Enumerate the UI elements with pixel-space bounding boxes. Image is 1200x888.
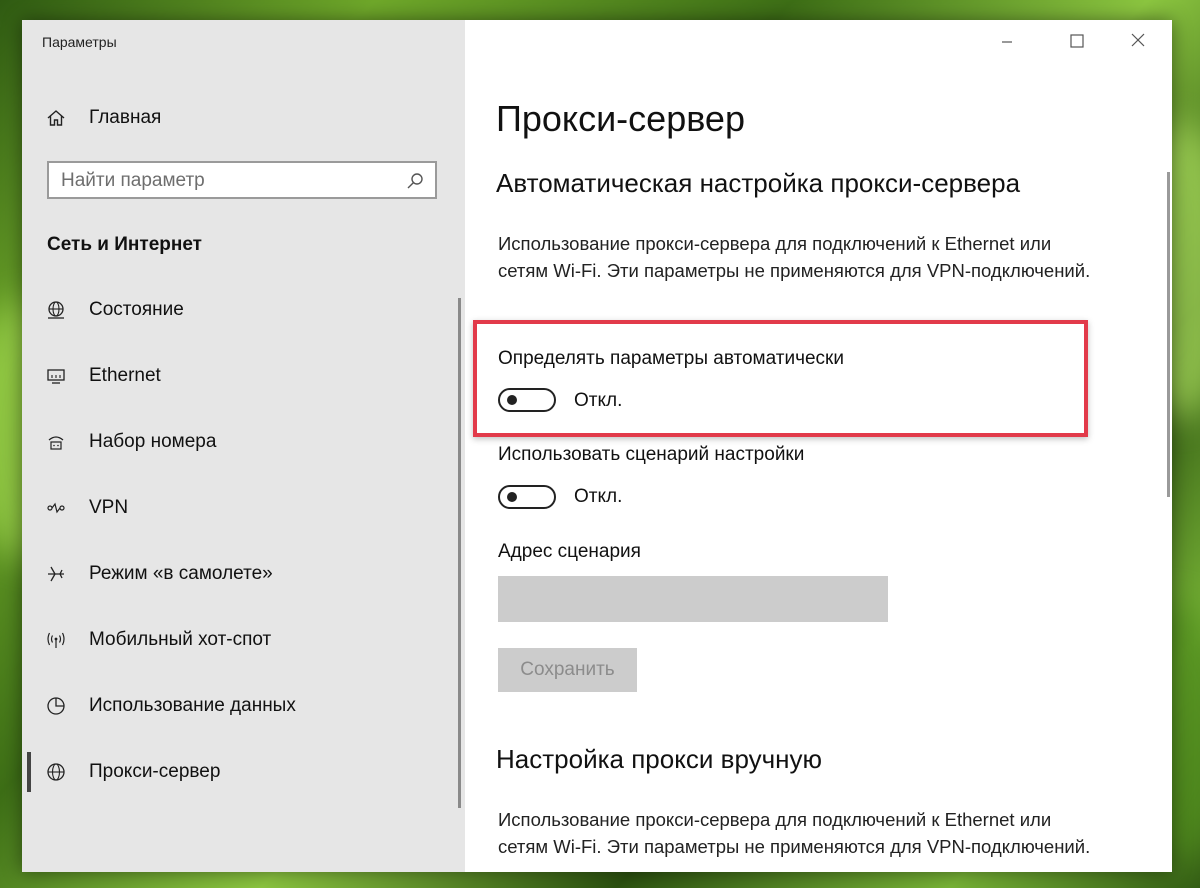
auto-section-heading: Автоматическая настройка прокси-сервера	[496, 168, 1021, 198]
content-scrollbar[interactable]	[1167, 172, 1170, 497]
script-address-label: Адрес сценария	[498, 541, 641, 562]
manual-section-description: Использование прокси-сервера для подключ…	[498, 809, 1091, 857]
section-title: Сеть и Интернет	[47, 234, 202, 255]
sidebar-item-label: Режим «в самолете»	[89, 563, 273, 584]
auto-section-description: Использование прокси-сервера для подключ…	[498, 233, 1091, 281]
detect-settings-label: Определять параметры автоматически	[498, 348, 844, 369]
sidebar-item-airplane[interactable]: Режим «в самолете»	[22, 552, 465, 596]
page-title: Прокси-сервер	[496, 98, 745, 139]
sidebar-item-label: Набор номера	[89, 431, 217, 452]
setup-script-state: Откл.	[574, 486, 623, 507]
sidebar-item-dialup[interactable]: Набор номера	[22, 420, 465, 464]
sidebar-item-label: Главная	[89, 107, 162, 128]
sidebar-scrollbar[interactable]	[458, 298, 461, 808]
app-title: Параметры	[42, 34, 117, 50]
detect-settings-toggle[interactable]	[498, 388, 556, 412]
script-address-input[interactable]	[498, 576, 888, 622]
toggle-knob	[507, 395, 517, 405]
manual-section-heading: Настройка прокси вручную	[496, 744, 823, 774]
sidebar-item-label: Использование данных	[89, 695, 296, 716]
content-pane: Прокси-сервер Автоматическая настройка п…	[465, 20, 1172, 872]
search-box[interactable]	[47, 161, 437, 199]
ethernet-icon	[47, 369, 65, 384]
sidebar-item-ethernet[interactable]: Ethernet	[22, 354, 465, 398]
search-input[interactable]	[61, 169, 401, 193]
airplane-icon	[48, 566, 64, 582]
sidebar: Параметры Главная Сеть и Интернет Состоя…	[22, 20, 465, 872]
dialup-icon	[48, 436, 64, 450]
setup-script-toggle[interactable]	[498, 485, 556, 509]
sidebar-item-label: Мобильный хот-спот	[89, 629, 272, 650]
sidebar-item-home[interactable]: Главная	[22, 96, 465, 140]
data-usage-icon	[47, 697, 65, 715]
home-icon	[47, 110, 65, 126]
sidebar-item-status[interactable]: Состояние	[22, 288, 465, 332]
toggle-knob	[507, 492, 517, 502]
sidebar-item-label: VPN	[89, 497, 129, 518]
hotspot-icon	[47, 632, 65, 648]
save-button[interactable]: Сохранить	[498, 648, 637, 692]
sidebar-item-label: Состояние	[89, 299, 184, 320]
globe-status-icon	[48, 301, 64, 319]
sidebar-item-hotspot[interactable]: Мобильный хот-спот	[22, 618, 465, 662]
settings-window: Параметры Главная Сеть и Интернет Состоя…	[22, 20, 1172, 872]
close-icon[interactable]	[1115, 28, 1161, 56]
globe-icon	[47, 763, 65, 781]
maximize-icon[interactable]	[1053, 28, 1099, 56]
detect-settings-state: Откл.	[574, 390, 623, 411]
highlight-frame	[473, 320, 1088, 437]
vpn-icon	[47, 502, 65, 514]
sidebar-item-vpn[interactable]: VPN	[22, 486, 465, 530]
sidebar-item-label: Ethernet	[89, 365, 161, 386]
minimize-icon[interactable]	[984, 28, 1030, 56]
sidebar-item-data-usage[interactable]: Использование данных	[22, 684, 465, 728]
setup-script-label: Использовать сценарий настройки	[498, 444, 805, 465]
sidebar-item-label: Прокси-сервер	[89, 761, 221, 782]
search-icon[interactable]	[405, 171, 425, 191]
sidebar-item-proxy[interactable]: Прокси-сервер	[22, 750, 465, 794]
